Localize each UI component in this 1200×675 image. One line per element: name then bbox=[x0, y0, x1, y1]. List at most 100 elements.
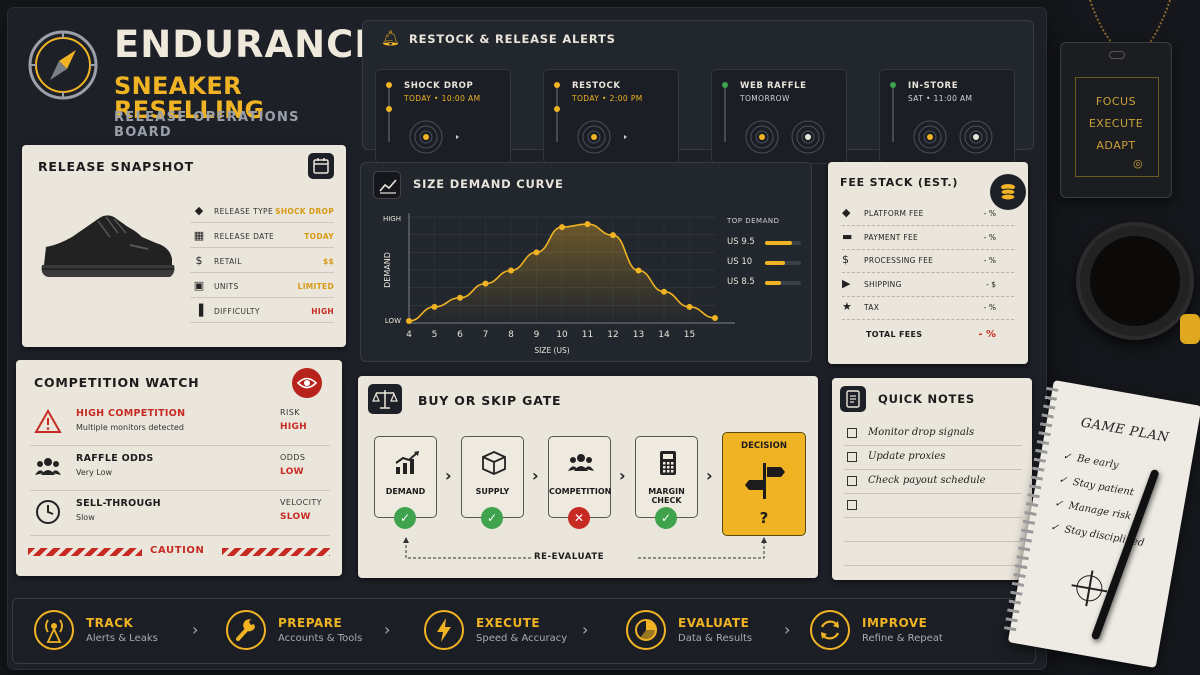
snapshot-value: $$ bbox=[322, 257, 334, 266]
trend-icon bbox=[379, 179, 397, 194]
signpost-icon bbox=[745, 463, 785, 499]
snapshot-label: RELEASE DATE bbox=[214, 232, 275, 241]
note-item[interactable]: Update proxies bbox=[844, 446, 1022, 470]
note-item[interactable]: Monitor drop signals bbox=[844, 422, 1022, 446]
snapshot-label: UNITS bbox=[214, 282, 239, 291]
workflow-step-title: EVALUATE bbox=[678, 616, 750, 630]
snapshot-value: SHOCK DROP bbox=[275, 207, 334, 216]
note-item[interactable]: Check payout schedule bbox=[844, 470, 1022, 494]
workflow-step[interactable]: EXECUTE Speed & Accuracy bbox=[424, 610, 584, 656]
snapshot-value: HIGH bbox=[311, 307, 334, 316]
gate-step-label: MARGIN CHECK bbox=[648, 487, 685, 505]
demand-point bbox=[431, 303, 438, 310]
gate-step[interactable]: DEMAND bbox=[374, 436, 437, 518]
calendar-icon: ▦ bbox=[193, 229, 205, 242]
alert-timeline bbox=[892, 84, 894, 142]
watch-badge[interactable] bbox=[292, 368, 322, 398]
top-demand-bar-track bbox=[765, 281, 801, 285]
caution-stripe-right bbox=[222, 548, 330, 556]
game-plan-text: Stay patient bbox=[1071, 476, 1135, 499]
snapshot-row: ▦ RELEASE DATE TODAY bbox=[190, 224, 334, 248]
calendar-button[interactable] bbox=[308, 153, 334, 179]
chevron-right-icon: › bbox=[706, 466, 713, 485]
fee-row: $ PROCESSING FEE - % bbox=[842, 249, 1014, 273]
bell-icon: 🔔︎ bbox=[381, 29, 401, 47]
chevron-right-icon: › bbox=[582, 620, 589, 639]
compass-icon bbox=[28, 30, 98, 100]
alert-status-dot bbox=[722, 82, 728, 88]
chevron-right-icon: › bbox=[619, 466, 626, 485]
game-plan-item: ✓ Manage risk bbox=[1054, 498, 1132, 522]
mug-coffee bbox=[1090, 236, 1180, 326]
alert-card[interactable]: RESTOCK TODAY • 2:00 PM bbox=[543, 69, 679, 164]
workflow-step-title: PREPARE bbox=[278, 616, 343, 630]
y-tick-label: HIGH bbox=[383, 215, 401, 223]
alert-card[interactable]: SHOCK DROP TODAY • 10:00 AM bbox=[375, 69, 511, 164]
workflow-step-title: IMPROVE bbox=[862, 616, 928, 630]
note-item[interactable] bbox=[844, 494, 1022, 518]
truck-icon: ▶ bbox=[842, 276, 851, 290]
workflow-step[interactable]: IMPROVE Refine & Repeat bbox=[810, 610, 970, 656]
competition-row-value: LOW bbox=[280, 467, 304, 477]
workflow-step-detail: Accounts & Tools bbox=[278, 633, 363, 644]
alert-card[interactable]: IN-STORE SAT • 11:00 AM bbox=[879, 69, 1015, 164]
fee-stack-card: FEE STACK (EST.) TOTAL FEES - % ◆ PLATFOR… bbox=[828, 162, 1028, 364]
fee-title: FEE STACK (EST.) bbox=[840, 176, 959, 189]
gate-step[interactable]: SUPPLY bbox=[461, 436, 524, 518]
workflow-step-detail: Refine & Repeat bbox=[862, 633, 943, 644]
notepad-icon bbox=[846, 390, 860, 408]
brand-tagline: RELEASE OPERATIONS BOARD bbox=[114, 110, 300, 140]
workflow-step-detail: Speed & Accuracy bbox=[476, 633, 568, 644]
check-mark-icon: ✓ bbox=[1049, 521, 1060, 534]
fee-value: - % bbox=[983, 256, 996, 265]
alert-time: TODAY • 10:00 AM bbox=[404, 94, 481, 103]
fee-total-label: TOTAL FEES bbox=[866, 330, 923, 339]
workflow-step-detail: Data & Results bbox=[678, 633, 753, 644]
snapshot-label: RELEASE TYPE bbox=[214, 207, 274, 216]
chevron-right-icon: › bbox=[445, 466, 452, 485]
top-demand-bar-fill bbox=[765, 261, 785, 265]
workflow-step-detail: Alerts & Leaks bbox=[86, 633, 158, 644]
competition-title: COMPETITION WATCH bbox=[34, 375, 200, 390]
crosshair-icon bbox=[1071, 570, 1108, 607]
alert-status-dot bbox=[554, 82, 560, 88]
gate-step-label: DEMAND bbox=[385, 487, 426, 496]
alert-time: TOMORROW bbox=[740, 94, 790, 103]
competition-row-key: ODDS bbox=[280, 453, 306, 462]
gate-step[interactable]: COMPETITION bbox=[548, 436, 611, 518]
fee-value: - % bbox=[983, 209, 996, 218]
scale-icon bbox=[372, 390, 398, 409]
decision-box[interactable]: DECISION ? bbox=[722, 432, 806, 536]
note-text: Monitor drop signals bbox=[868, 427, 975, 438]
brand-title: ENDURANCE bbox=[114, 23, 381, 66]
game-plan-item: ✓ Stay patient bbox=[1058, 474, 1135, 498]
competition-watch-card: COMPETITION WATCH CAUTION HIGH COMPETITI… bbox=[16, 360, 342, 576]
workflow-step[interactable]: TRACK Alerts & Leaks bbox=[34, 610, 194, 656]
tag-line-2: EXECUTE bbox=[1088, 117, 1144, 130]
dollar-icon: $ bbox=[842, 253, 849, 266]
people-icon bbox=[34, 453, 61, 479]
bars-icon: ▐ bbox=[194, 304, 204, 317]
fee-value: - % bbox=[983, 303, 996, 312]
note-checkbox[interactable] bbox=[847, 428, 857, 438]
note-checkbox[interactable] bbox=[847, 500, 857, 510]
workflow-step[interactable]: EVALUATE Data & Results bbox=[626, 610, 786, 656]
demand-point bbox=[686, 303, 693, 310]
dollar-icon: $ bbox=[195, 254, 203, 267]
note-checkbox[interactable] bbox=[847, 452, 857, 462]
note-text: Check payout schedule bbox=[868, 475, 986, 486]
note-checkbox[interactable] bbox=[847, 476, 857, 486]
fee-label: TAX bbox=[864, 303, 880, 312]
snapshot-value: TODAY bbox=[304, 232, 334, 241]
tag-icon: ◆ bbox=[194, 204, 204, 217]
note-blank-line bbox=[844, 518, 1022, 542]
workflow-step[interactable]: PREPARE Accounts & Tools bbox=[226, 610, 386, 656]
alert-card[interactable]: WEB RAFFLE TOMORROW bbox=[711, 69, 847, 164]
x-tick-label: 10 bbox=[556, 330, 568, 340]
alert-timeline-marker bbox=[386, 106, 392, 112]
competition-row-key: RISK bbox=[280, 408, 300, 417]
top-demand-bar-fill bbox=[765, 281, 782, 285]
alert-status-dot bbox=[890, 82, 896, 88]
gate-step[interactable]: MARGIN CHECK bbox=[635, 436, 698, 518]
coffee-mug bbox=[1076, 222, 1200, 354]
